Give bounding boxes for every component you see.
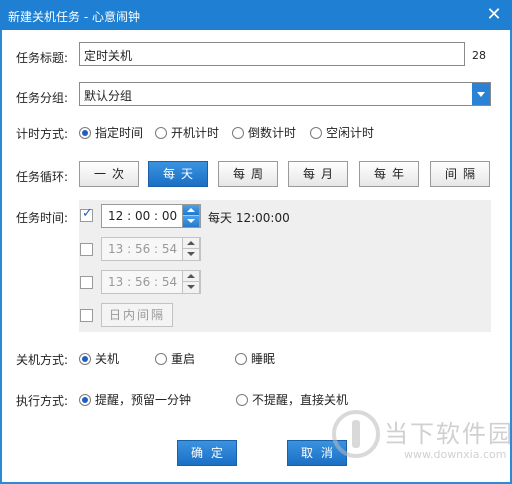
timer-mode-option-label: 开机计时: [171, 126, 220, 140]
intraday-interval-button[interactable]: 日内间隔: [101, 303, 173, 327]
stepper-up-icon[interactable]: [183, 271, 199, 282]
exec-mode-remind[interactable]: 提醒，预留一分钟: [79, 391, 191, 408]
shutdown-mode-restart[interactable]: 重启: [155, 350, 195, 367]
time-row-1-stepper[interactable]: [182, 204, 200, 228]
radio-selected-icon: [79, 352, 91, 365]
radio-icon: [155, 352, 167, 365]
title-input[interactable]: 定时关机: [79, 42, 465, 66]
watermark-text: 当下软件园: [384, 420, 512, 448]
radio-icon: [155, 126, 167, 139]
time-row-1-summary: 每天 12:00:00: [208, 211, 290, 225]
window-title: 新建关机任务 - 心意闹钟: [8, 10, 140, 24]
title-char-count: 28: [472, 49, 486, 62]
stepper-up-icon[interactable]: [183, 238, 199, 249]
watermark-url: www.downxia.com: [404, 448, 507, 461]
dialog-window: 新建关机任务 - 心意闹钟 ✕ 任务标题: 定时关机 28 任务分组: 默认分组…: [0, 0, 512, 484]
shutdown-mode-option-label: 睡眠: [251, 352, 276, 366]
shutdown-mode-shutdown[interactable]: 关机: [79, 350, 119, 367]
exec-mode-option-label: 提醒，预留一分钟: [95, 393, 192, 407]
watermark-logo-icon: [332, 410, 380, 458]
repeat-label: 任务循环:: [16, 170, 69, 184]
exec-mode-direct[interactable]: 不提醒，直接关机: [236, 391, 348, 408]
radio-icon: [232, 126, 244, 139]
radio-icon: [310, 126, 322, 139]
ok-button[interactable]: 确定: [177, 440, 237, 466]
timer-mode-option-label: 倒数计时: [248, 126, 297, 140]
time-row-2-checkbox[interactable]: [80, 243, 93, 256]
shutdown-mode-option-label: 重启: [171, 352, 196, 366]
time-row-3-checkbox[interactable]: [80, 276, 93, 289]
repeat-yearly-button[interactable]: 每年: [359, 161, 419, 187]
time-row-1-checkbox[interactable]: [80, 206, 93, 222]
timer-mode-idle[interactable]: 空闲计时: [310, 124, 374, 141]
repeat-daily-button[interactable]: 每天: [148, 161, 208, 187]
timer-mode-option-label: 空闲计时: [326, 126, 375, 140]
time-row-3-stepper[interactable]: [182, 270, 200, 294]
shutdown-mode-option-label: 关机: [95, 352, 120, 366]
repeat-weekly-button[interactable]: 每周: [218, 161, 278, 187]
timer-mode-boot[interactable]: 开机计时: [155, 124, 219, 141]
repeat-once-button[interactable]: 一次: [79, 161, 139, 187]
radio-icon: [235, 352, 247, 365]
timer-mode-countdown[interactable]: 倒数计时: [232, 124, 296, 141]
close-icon[interactable]: ✕: [482, 3, 506, 27]
radio-icon: [236, 393, 248, 406]
radio-selected-icon: [79, 126, 91, 139]
exec-mode-label: 执行方式:: [16, 394, 69, 408]
timer-mode-label: 计时方式:: [16, 127, 69, 141]
shutdown-mode-sleep[interactable]: 睡眠: [235, 350, 275, 367]
group-select-value: 默认分组: [84, 89, 133, 103]
title-label: 任务标题:: [16, 51, 69, 65]
time-row-2-stepper[interactable]: [182, 237, 200, 261]
stepper-up-icon[interactable]: [183, 205, 199, 216]
site-watermark: 当下软件园 www.downxia.com: [332, 410, 512, 480]
task-time-label: 任务时间:: [16, 211, 69, 225]
exec-mode-option-label: 不提醒，直接关机: [252, 393, 349, 407]
dialog-body: 任务标题: 定时关机 28 任务分组: 默认分组 计时方式: 指定时间 开机计时…: [2, 30, 512, 482]
interval-checkbox[interactable]: [80, 309, 93, 322]
stepper-down-icon[interactable]: [183, 216, 199, 227]
shutdown-mode-label: 关机方式:: [16, 353, 69, 367]
group-select[interactable]: 默认分组: [79, 82, 491, 106]
stepper-down-icon[interactable]: [183, 282, 199, 293]
timer-mode-specified[interactable]: 指定时间: [79, 124, 143, 141]
title-bar[interactable]: 新建关机任务 - 心意闹钟 ✕: [0, 0, 512, 30]
group-label: 任务分组:: [16, 91, 69, 105]
timer-mode-option-label: 指定时间: [95, 126, 144, 140]
chevron-down-icon[interactable]: [472, 83, 490, 105]
stepper-down-icon[interactable]: [183, 249, 199, 260]
repeat-interval-button[interactable]: 间隔: [430, 161, 490, 187]
repeat-monthly-button[interactable]: 每月: [288, 161, 348, 187]
radio-selected-icon: [79, 393, 91, 406]
